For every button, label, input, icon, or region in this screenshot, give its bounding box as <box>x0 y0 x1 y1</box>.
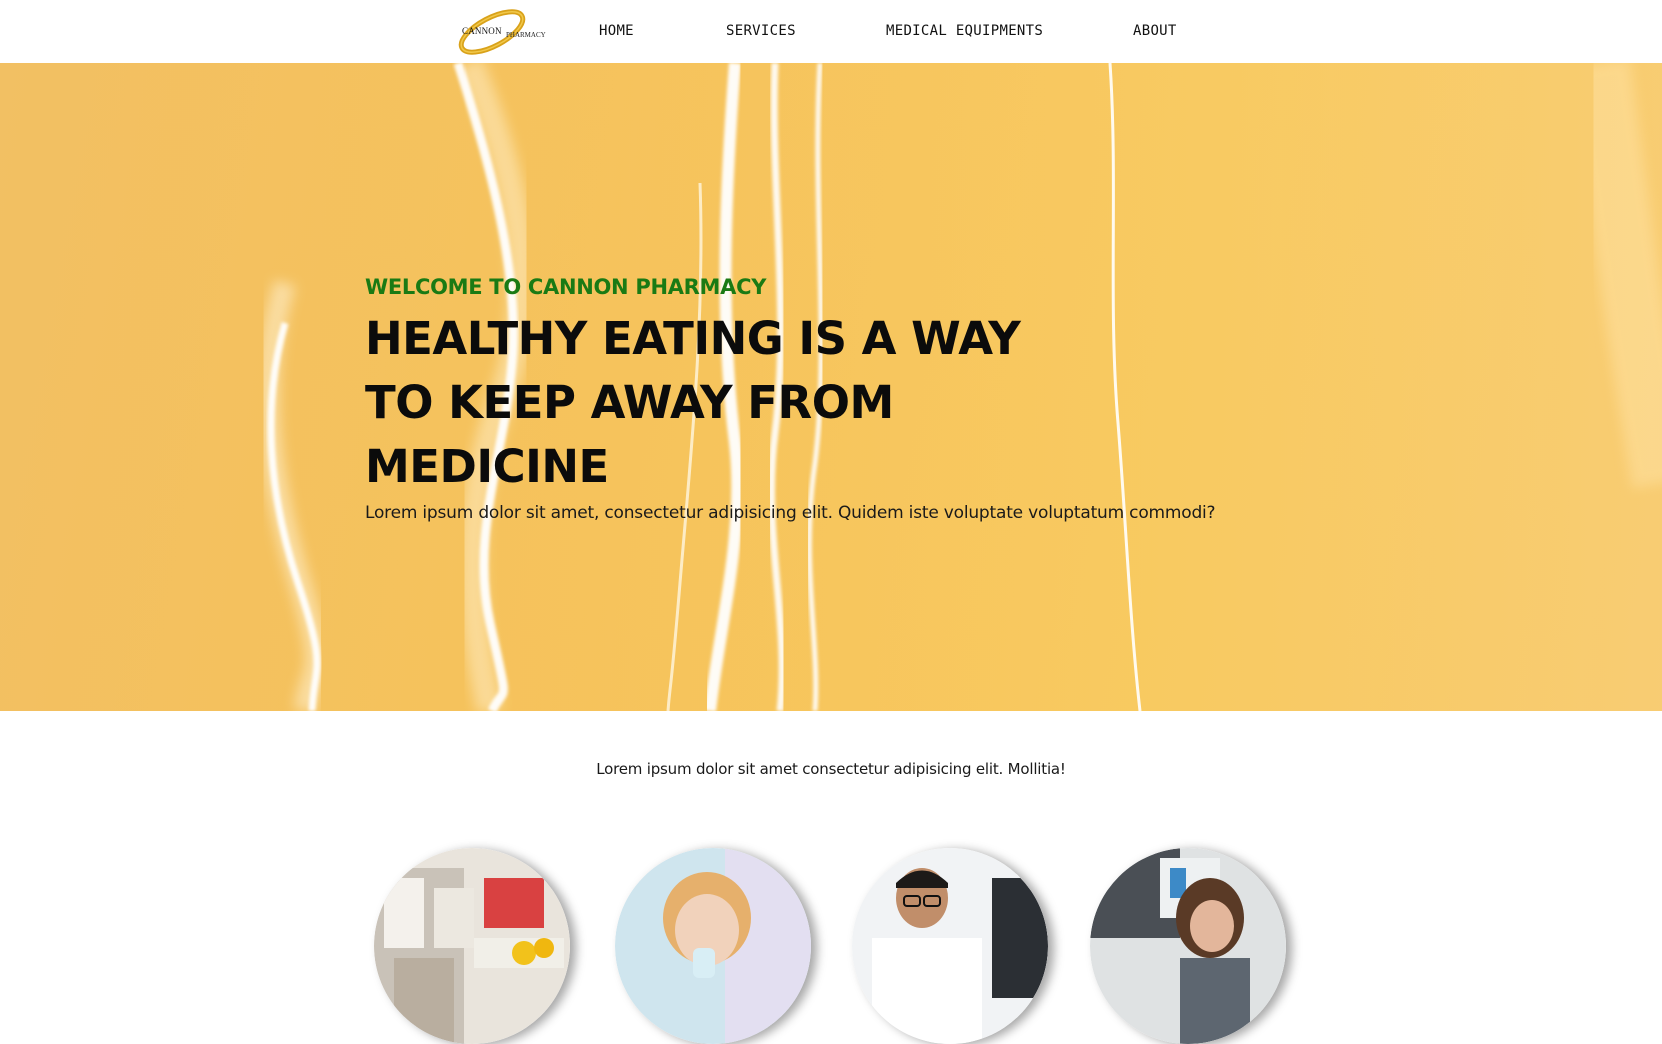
patient-with-inhaler-photo <box>615 848 811 1044</box>
hero-headline: HEALTHY EATING IS A WAY TO KEEP AWAY FRO… <box>365 312 1021 493</box>
top-navbar: CANNON PHARMACY HOME SERVICES MEDICAL EQ… <box>0 0 1662 63</box>
pharmacy-shelves-photo <box>374 848 570 1044</box>
team-photo-3[interactable] <box>852 848 1048 1044</box>
nav-services-link[interactable]: SERVICES <box>726 23 796 39</box>
nav-home-link[interactable]: HOME <box>599 23 634 39</box>
nav-medical-equipments-link[interactable]: MEDICAL EQUIPMENTS <box>886 23 1043 39</box>
hero-content: WELCOME TO CANNON PHARMACY HEALTHY EATIN… <box>365 273 1265 525</box>
logo-word-cannon: CANNON <box>462 26 502 36</box>
team-photo-4[interactable] <box>1090 848 1286 1044</box>
hero-banner: WELCOME TO CANNON PHARMACY HEALTHY EATIN… <box>0 63 1662 711</box>
team-photo-1[interactable] <box>374 848 570 1044</box>
team-photo-2[interactable] <box>615 848 811 1044</box>
nav-about-link[interactable]: ABOUT <box>1133 23 1177 39</box>
hero-subtitle: Lorem ipsum dolor sit amet, consectetur … <box>365 503 1216 523</box>
doctor-with-glasses-photo <box>852 848 1048 1044</box>
pharmacist-woman-photo <box>1090 848 1286 1044</box>
intro-text: Lorem ipsum dolor sit amet consectetur a… <box>596 760 1066 778</box>
cannon-pharmacy-logo[interactable]: CANNON PHARMACY <box>456 4 552 58</box>
hero-welcome-eyebrow: WELCOME TO CANNON PHARMACY <box>365 275 767 299</box>
logo-word-pharmacy: PHARMACY <box>506 31 546 39</box>
